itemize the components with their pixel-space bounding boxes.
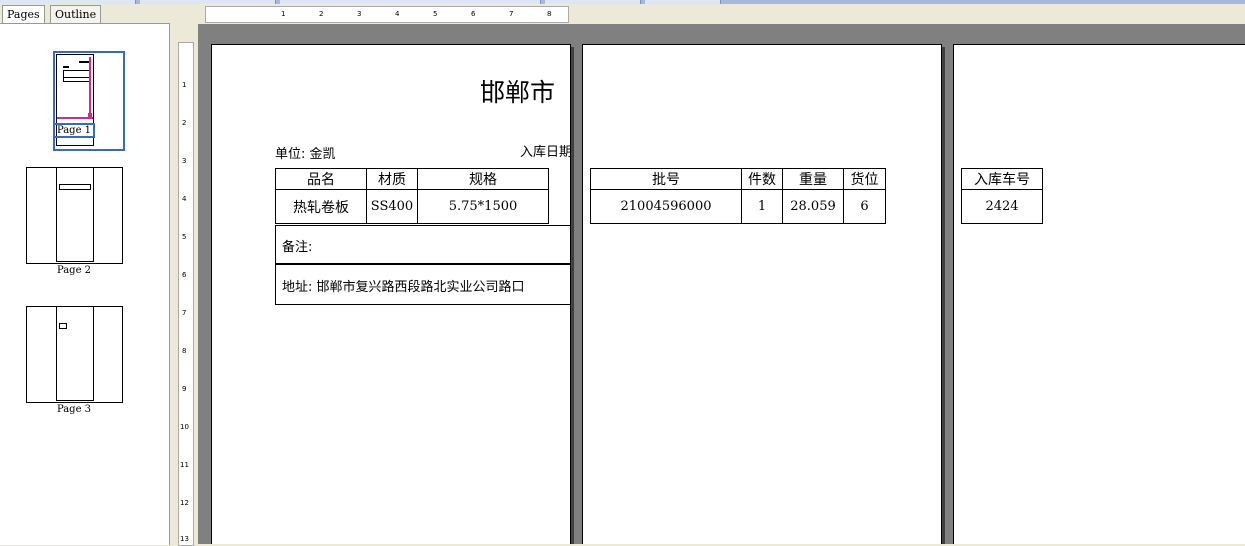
date-label: 入库日期 <box>520 145 571 160</box>
address-label: 地址: 邯郸市复兴路西段路北实业公司路口 <box>282 280 525 295</box>
ruler-mark: 3 <box>182 157 187 165</box>
header-cell: 材质 <box>366 168 418 190</box>
header-cell: 批号 <box>590 168 742 190</box>
cell: 2424 <box>961 189 1043 224</box>
ruler-mark: 7 <box>182 309 187 317</box>
window-top-bar <box>0 0 1245 4</box>
ruler-mark: 1 <box>281 10 286 18</box>
items-table: 品名 材质 规格 热轧卷板 SS400 5.75*1500 <box>275 168 549 224</box>
top-tab-5[interactable] <box>645 0 721 4</box>
top-tab-3[interactable] <box>280 0 541 4</box>
cell: SS400 <box>366 189 418 224</box>
ruler-mark: 10 <box>180 423 189 431</box>
ruler-mark: 2 <box>182 119 187 127</box>
ruler-mark: 7 <box>509 10 514 18</box>
ruler-mark: 4 <box>395 10 400 18</box>
thumbnail-2-page <box>56 167 94 262</box>
header-cell: 重量 <box>782 168 844 190</box>
tab-pages[interactable]: Pages <box>2 5 45 24</box>
remarks-label: 备注: <box>282 240 313 255</box>
page-2: 批号 件数 重量 货位 21004596000 1 28.059 6 <box>582 44 942 544</box>
ruler-mark: 6 <box>182 271 187 279</box>
ruler-mark: 3 <box>357 10 362 18</box>
thumbnail-page-2[interactable] <box>26 167 123 264</box>
page-1: 邯郸市 单位: 金凯 入库日期 品名 材质 规格 热轧卷板 SS400 5.75… <box>211 44 571 544</box>
page-3: 入库车号 2424 <box>953 44 1245 544</box>
ruler-mark: 5 <box>433 10 438 18</box>
thumbnail-page-3[interactable] <box>26 306 123 403</box>
top-tab-1[interactable] <box>0 0 136 4</box>
thumbnail-label-2: Page 2 <box>56 265 92 276</box>
ruler-mark: 8 <box>182 347 187 355</box>
thumbnail-3-page <box>56 306 94 401</box>
ruler-mark: 2 <box>319 10 324 18</box>
header-cell: 入库车号 <box>961 168 1043 190</box>
thumbnail-label-3: Page 3 <box>56 404 92 415</box>
remarks-box: 备注: <box>275 225 570 265</box>
cell: 5.75*1500 <box>417 189 549 224</box>
ruler-mark: 8 <box>547 10 552 18</box>
ruler-mark: 12 <box>180 499 189 507</box>
batch-table: 批号 件数 重量 货位 21004596000 1 28.059 6 <box>590 168 886 224</box>
document-canvas[interactable]: 邯郸市 单位: 金凯 入库日期 品名 材质 规格 热轧卷板 SS400 5.75… <box>198 24 1245 544</box>
thumbnail-1-content <box>59 57 91 117</box>
tab-outline[interactable]: Outline <box>50 5 102 23</box>
cell: 6 <box>843 189 886 224</box>
header-cell: 货位 <box>843 168 886 190</box>
ruler-mark: 1 <box>182 81 187 89</box>
address-box: 地址: 邯郸市复兴路西段路北实业公司路口 <box>275 263 570 305</box>
cell: 28.059 <box>782 189 844 224</box>
thumbnail-label-1: Page 1 <box>44 123 104 138</box>
top-tab-2[interactable] <box>140 0 276 4</box>
cell: 21004596000 <box>590 189 742 224</box>
pages-panel: Page 1 Page 2 Page 3 <box>0 23 170 545</box>
header-cell: 品名 <box>275 168 367 190</box>
ruler-mark: 13 <box>180 535 189 543</box>
cell: 1 <box>741 189 783 224</box>
top-tab-4[interactable] <box>545 0 641 4</box>
horizontal-ruler[interactable]: 1 2 3 4 5 6 7 8 <box>205 6 569 23</box>
header-cell: 件数 <box>741 168 783 190</box>
ruler-mark: 11 <box>180 461 189 469</box>
cell: 热轧卷板 <box>275 189 367 224</box>
ruler-mark: 6 <box>471 10 476 18</box>
vehicle-table: 入库车号 2424 <box>961 168 1043 224</box>
panel-tabs: Pages Outline <box>0 5 175 24</box>
ruler-mark: 9 <box>182 385 187 393</box>
header-cell: 规格 <box>417 168 549 190</box>
thumbnail-1-label-text: Page 1 <box>52 123 96 138</box>
page-title: 邯郸市 <box>480 78 556 107</box>
ruler-mark: 4 <box>182 195 187 203</box>
vertical-ruler[interactable]: 1 2 3 4 5 6 7 8 9 10 11 12 13 <box>178 42 194 546</box>
unit-label: 单位: 金凯 <box>275 147 336 162</box>
ruler-mark: 5 <box>182 233 187 241</box>
